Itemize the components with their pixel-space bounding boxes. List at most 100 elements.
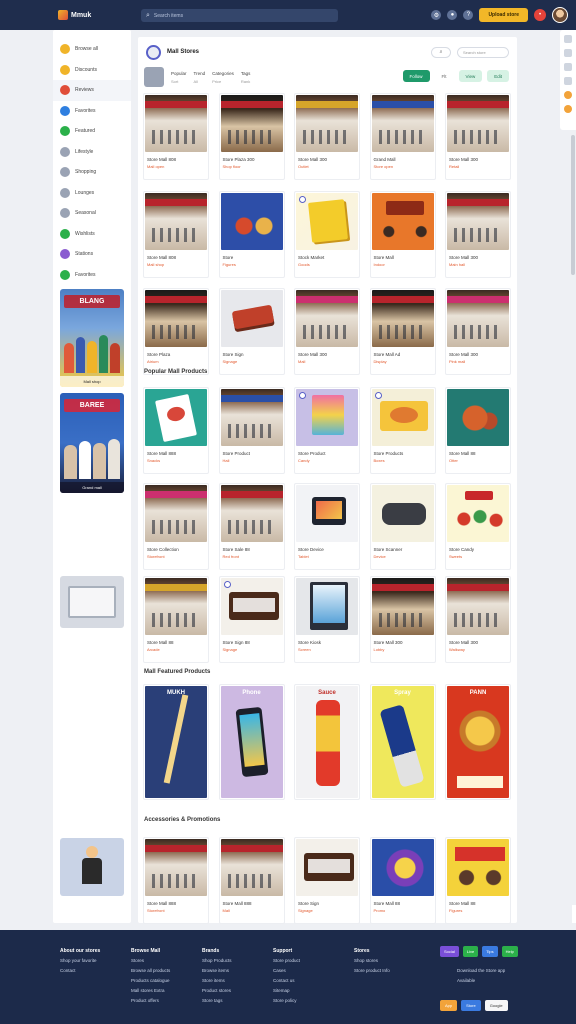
- footer-link[interactable]: Browse items: [202, 966, 232, 976]
- filter-thumbnail[interactable]: [144, 67, 164, 87]
- footer-link[interactable]: Product stores: [202, 986, 232, 996]
- footer-social-badge[interactable]: Help: [501, 946, 518, 957]
- product-image[interactable]: [145, 95, 207, 152]
- product-image[interactable]: [296, 839, 358, 896]
- footer-link[interactable]: Browse all products: [131, 966, 170, 976]
- product-card[interactable]: Stock Market Goods: [294, 191, 360, 278]
- product-image[interactable]: [145, 290, 207, 347]
- product-title[interactable]: Store Mall 808: [144, 251, 208, 260]
- footer-social-badge[interactable]: Social: [440, 946, 459, 957]
- filter-button[interactable]: Flt: [435, 70, 454, 82]
- product-card[interactable]: Store Collection Storefront: [143, 483, 209, 570]
- filter-option[interactable]: Categories Price: [212, 71, 234, 84]
- featured-product-card[interactable]: Phone: [218, 684, 285, 800]
- bookmark-icon[interactable]: [564, 77, 572, 85]
- footer-link[interactable]: Contact us: [273, 976, 300, 986]
- product-card[interactable]: Store Candy Sweets: [445, 483, 511, 570]
- product-image[interactable]: [220, 578, 283, 635]
- product-title[interactable]: Store Mall 808: [144, 153, 208, 162]
- settings-icon[interactable]: ⚙: [431, 10, 442, 20]
- page-scrollbar[interactable]: [571, 135, 575, 275]
- featured-product-card[interactable]: Sauce: [294, 684, 360, 800]
- footer-link[interactable]: Shop your favorite: [60, 956, 100, 966]
- view-button[interactable]: View: [458, 70, 483, 82]
- product-title[interactable]: Store Plaza: [144, 348, 208, 357]
- product-image[interactable]: [371, 95, 434, 152]
- product-title[interactable]: Store Sign: [220, 348, 284, 357]
- featured-product-image[interactable]: PANN: [447, 686, 509, 798]
- sidebar-promo-banner-2[interactable]: BAREE Grand mall: [60, 393, 124, 493]
- product-title[interactable]: Store Mall 888: [220, 897, 284, 906]
- sidebar-item[interactable]: Stations: [53, 244, 131, 265]
- product-image[interactable]: [145, 485, 207, 542]
- featured-product-image[interactable]: Phone: [220, 686, 283, 798]
- product-image[interactable]: [371, 290, 434, 347]
- product-image[interactable]: [296, 389, 358, 446]
- product-card[interactable]: Grand Mall Store open: [369, 93, 436, 180]
- footer-link[interactable]: Shop Products: [202, 956, 232, 966]
- filter-option[interactable]: Trend All: [194, 71, 206, 84]
- product-card[interactable]: Store Plaza Atrium: [143, 288, 209, 375]
- product-card[interactable]: Store Product Hall: [218, 387, 285, 474]
- footer-link[interactable]: Store policy: [273, 996, 300, 1006]
- product-title[interactable]: Stock Market: [295, 251, 359, 260]
- product-title[interactable]: Store Product: [295, 447, 359, 456]
- app-store-button[interactable]: App: [440, 1000, 458, 1011]
- filter-option[interactable]: Tags Rank: [241, 71, 251, 84]
- product-title[interactable]: Store Products: [371, 447, 435, 456]
- sidebar-item[interactable]: Favorites: [53, 101, 131, 122]
- product-image[interactable]: [220, 95, 283, 152]
- product-card[interactable]: Store Mall 300 Retail: [445, 93, 511, 180]
- footer-link[interactable]: Product offers: [131, 996, 170, 1006]
- product-card[interactable]: Store Mall Indoor: [369, 191, 436, 278]
- product-card[interactable]: Store Mall 888 Snacks: [143, 387, 209, 474]
- product-title[interactable]: Store Sign 88: [220, 636, 284, 645]
- app-store-button[interactable]: Store: [461, 1000, 481, 1011]
- product-image[interactable]: [447, 95, 509, 152]
- product-title[interactable]: Store Mall 300: [446, 636, 510, 645]
- featured-product-image[interactable]: Sauce: [296, 686, 358, 798]
- product-card[interactable]: Store Mall 300 Outlet: [294, 93, 360, 180]
- product-image[interactable]: [220, 839, 283, 896]
- sidebar-item[interactable]: Wishlists: [53, 224, 131, 245]
- sidebar-item[interactable]: Lounges: [53, 183, 131, 204]
- product-title[interactable]: Store Mall 300: [295, 153, 359, 162]
- print-icon[interactable]: [564, 63, 572, 71]
- product-title[interactable]: Store Kiosk: [295, 636, 359, 645]
- product-card[interactable]: Store Mall 808 Mall shop: [143, 191, 209, 278]
- product-image[interactable]: [371, 839, 434, 896]
- chat-icon[interactable]: [564, 91, 572, 99]
- featured-product-card[interactable]: PANN: [445, 684, 511, 800]
- feedback-tab[interactable]: [572, 905, 576, 923]
- product-card[interactable]: Store Mall 888 Storefront: [143, 837, 209, 924]
- product-title[interactable]: Store Collection: [144, 543, 208, 552]
- product-image[interactable]: [371, 193, 434, 250]
- footer-link[interactable]: Cases: [273, 966, 300, 976]
- product-title[interactable]: Store Mall 888: [144, 897, 208, 906]
- product-image[interactable]: [145, 839, 207, 896]
- filter-option[interactable]: Popular Sort: [171, 71, 187, 84]
- footer-link[interactable]: Store items: [202, 976, 232, 986]
- product-image[interactable]: [447, 193, 509, 250]
- global-search-input[interactable]: ⌕ Search items: [141, 9, 338, 22]
- help-icon[interactable]: ?: [463, 10, 474, 20]
- product-image[interactable]: [220, 485, 283, 542]
- footer-link[interactable]: Stores: [131, 956, 170, 966]
- product-card[interactable]: Store Mall Ad Display: [369, 288, 436, 375]
- featured-product-card[interactable]: Spray: [369, 684, 436, 800]
- product-title[interactable]: Store Mall 300: [295, 348, 359, 357]
- product-title[interactable]: Store Mall Ad: [371, 348, 435, 357]
- sidebar-promo-banner[interactable]: BLANG Mall shop: [60, 289, 124, 387]
- product-image[interactable]: [296, 290, 358, 347]
- product-image[interactable]: [371, 389, 434, 446]
- notification-icon[interactable]: ●: [447, 10, 458, 20]
- share-icon[interactable]: [564, 35, 572, 43]
- featured-product-image[interactable]: Spray: [371, 686, 434, 798]
- product-title[interactable]: Store Product: [220, 447, 284, 456]
- product-card[interactable]: Store Mall 88 Promo: [369, 837, 436, 924]
- product-title[interactable]: Store Mall 300: [371, 636, 435, 645]
- product-image[interactable]: [145, 193, 207, 250]
- footer-link[interactable]: Mall stores Extra: [131, 986, 170, 996]
- product-card[interactable]: Store Sign Signage: [218, 288, 285, 375]
- product-card[interactable]: Store Sale 88 Red front: [218, 483, 285, 570]
